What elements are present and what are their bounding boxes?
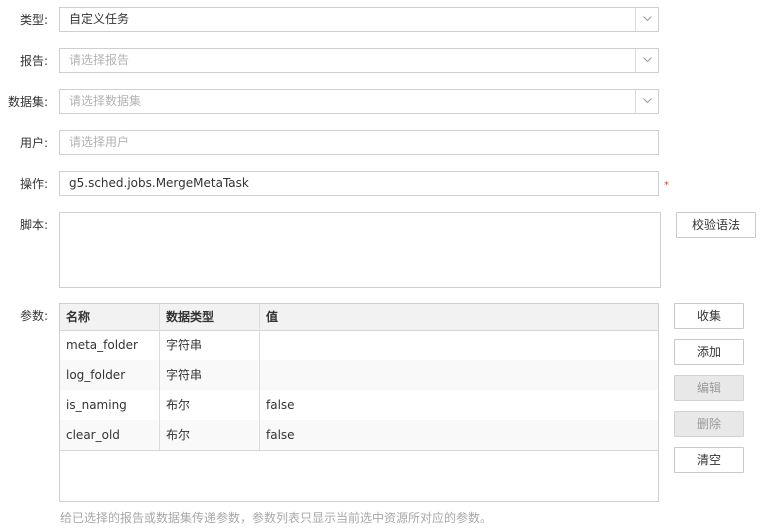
- chevron-down-icon[interactable]: [635, 8, 658, 31]
- params-hint: 给已选择的报告或数据集传递参数，参数列表只显示当前选中资源所对应的参数。: [60, 511, 493, 525]
- params-table: 名称 数据类型 值 meta_folder 字符串 log_folder 字符串…: [59, 303, 659, 502]
- param-type-cell: 布尔: [166, 428, 191, 442]
- param-type-cell: 字符串: [166, 338, 203, 352]
- user-select[interactable]: 请选择用户: [59, 130, 659, 155]
- report-select[interactable]: 请选择报告: [59, 48, 659, 73]
- param-value-cell[interactable]: false: [260, 390, 658, 420]
- check-syntax-button[interactable]: 校验语法: [676, 212, 756, 238]
- table-row[interactable]: is_naming 布尔 false: [60, 390, 658, 420]
- param-name-cell: log_folder: [66, 368, 126, 382]
- param-type-cell: 字符串: [166, 368, 203, 382]
- report-label: 报告:: [19, 54, 48, 68]
- table-bottom-divider: [60, 450, 658, 451]
- table-row[interactable]: log_folder 字符串: [60, 360, 658, 390]
- param-name-cell: clear_old: [66, 428, 120, 442]
- chevron-down-icon[interactable]: [635, 49, 658, 72]
- param-type-cell: 布尔: [166, 398, 191, 412]
- user-label: 用户:: [19, 136, 48, 150]
- param-value-cell[interactable]: false: [260, 420, 658, 450]
- type-select[interactable]: 自定义任务: [59, 7, 659, 32]
- delete-button[interactable]: 删除: [674, 411, 744, 437]
- params-label: 参数:: [19, 309, 48, 323]
- report-select-placeholder: 请选择报告: [69, 53, 130, 67]
- chevron-down-icon[interactable]: [635, 90, 658, 113]
- collect-button[interactable]: 收集: [674, 303, 744, 329]
- param-value-cell[interactable]: [260, 360, 658, 390]
- column-header-type[interactable]: 数据类型: [160, 304, 260, 330]
- table-row[interactable]: meta_folder 字符串: [60, 330, 658, 360]
- dataset-label: 数据集:: [7, 95, 48, 109]
- clear-button[interactable]: 清空: [674, 447, 744, 473]
- column-divider: [259, 304, 260, 450]
- column-divider: [159, 304, 160, 450]
- table-row[interactable]: clear_old 布尔 false: [60, 420, 658, 450]
- script-label: 脚本:: [19, 218, 48, 232]
- dataset-select-placeholder: 请选择数据集: [69, 94, 142, 108]
- column-header-name[interactable]: 名称: [60, 304, 160, 330]
- column-header-value[interactable]: 值: [260, 304, 658, 330]
- type-label: 类型:: [19, 13, 48, 27]
- required-mark: *: [664, 180, 669, 191]
- operation-input-value: g5.sched.jobs.MergeMetaTask: [69, 176, 249, 190]
- user-select-placeholder: 请选择用户: [69, 135, 130, 149]
- add-button[interactable]: 添加: [674, 339, 744, 365]
- script-textarea[interactable]: [59, 212, 661, 288]
- operation-label: 操作:: [19, 177, 48, 191]
- param-name-cell: meta_folder: [66, 338, 138, 352]
- param-value-cell[interactable]: [260, 330, 658, 360]
- operation-input[interactable]: g5.sched.jobs.MergeMetaTask: [59, 171, 659, 196]
- type-select-value: 自定义任务: [69, 12, 130, 26]
- edit-button[interactable]: 编辑: [674, 375, 744, 401]
- param-name-cell: is_naming: [66, 398, 127, 412]
- dataset-select[interactable]: 请选择数据集: [59, 89, 659, 114]
